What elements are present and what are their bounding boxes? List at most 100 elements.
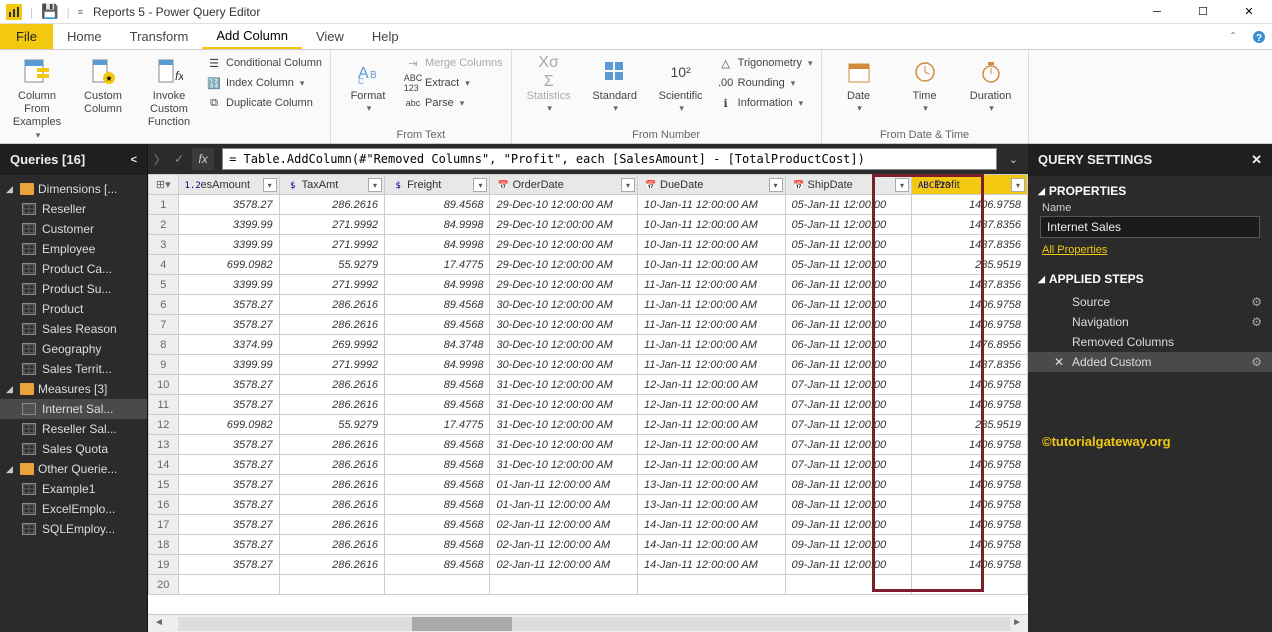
tab-transform[interactable]: Transform — [116, 24, 203, 49]
column-header-orderdate[interactable]: 📅OrderDate▾ — [490, 175, 638, 195]
conditional-column-button[interactable]: ☰Conditional Column — [204, 54, 324, 72]
help-icon[interactable]: ? — [1246, 24, 1272, 49]
close-button[interactable]: ✕ — [1226, 0, 1272, 24]
information-button[interactable]: ℹInformation▾ — [716, 94, 815, 112]
table-corner[interactable]: ⊞▾ — [149, 175, 179, 195]
collapse-queries-icon[interactable]: < — [131, 154, 137, 166]
table-row[interactable]: 103578.27286.261689.456831-Dec-10 12:00:… — [149, 375, 1028, 395]
step-gear-icon[interactable]: ⚙ — [1251, 315, 1262, 329]
queries-folder[interactable]: ◢Other Querie... — [0, 459, 147, 479]
format-button[interactable]: ABC Format▾ — [337, 54, 399, 116]
query-item[interactable]: Example1 — [0, 479, 147, 499]
applied-step[interactable]: Removed Columns — [1028, 332, 1272, 352]
formula-expand-icon[interactable]: 〉 — [154, 151, 166, 168]
extract-button[interactable]: ABC123Extract▾ — [403, 74, 505, 92]
step-gear-icon[interactable]: ⚙ — [1251, 355, 1262, 369]
query-item[interactable]: Sales Reason — [0, 319, 147, 339]
table-row[interactable]: 63578.27286.261689.456830-Dec-10 12:00:0… — [149, 295, 1028, 315]
table-row[interactable]: 73578.27286.261689.456830-Dec-10 12:00:0… — [149, 315, 1028, 335]
formula-check-icon[interactable]: ✓ — [174, 152, 184, 166]
table-row[interactable]: 4699.098255.927917.477529-Dec-10 12:00:0… — [149, 255, 1028, 275]
queries-folder[interactable]: ◢Measures [3] — [0, 379, 147, 399]
table-row[interactable]: 173578.27286.261689.456802-Jan-11 12:00:… — [149, 515, 1028, 535]
query-item[interactable]: Employee — [0, 239, 147, 259]
invoke-custom-function-button[interactable]: fx Invoke Custom Function — [138, 54, 200, 132]
table-row[interactable]: 113578.27286.261689.456831-Dec-10 12:00:… — [149, 395, 1028, 415]
custom-column-button[interactable]: ★ Custom Column — [72, 54, 134, 118]
tab-help[interactable]: Help — [358, 24, 413, 49]
horizontal-scrollbar[interactable]: ◄ ► — [148, 614, 1028, 632]
column-filter-icon[interactable]: ▾ — [473, 178, 487, 192]
table-row[interactable]: 23399.99271.999284.999829-Dec-10 12:00:0… — [149, 215, 1028, 235]
duplicate-column-button[interactable]: ⧉Duplicate Column — [204, 94, 324, 112]
applied-step[interactable]: Source⚙ — [1028, 292, 1272, 312]
formula-input[interactable] — [222, 148, 997, 170]
all-properties-link[interactable]: All Properties — [1028, 244, 1272, 256]
formula-dropdown-icon[interactable]: ⌄ — [1005, 153, 1022, 166]
column-filter-icon[interactable]: ▾ — [621, 178, 635, 192]
applied-step[interactable]: Navigation⚙ — [1028, 312, 1272, 332]
query-item[interactable]: ExcelEmplo... — [0, 499, 147, 519]
time-button[interactable]: Time▾ — [894, 54, 956, 116]
table-row[interactable]: 53399.99271.999284.999829-Dec-10 12:00:0… — [149, 275, 1028, 295]
column-header-taxamt[interactable]: $TaxAmt▾ — [279, 175, 384, 195]
table-row[interactable]: 83374.99269.999284.374830-Dec-10 12:00:0… — [149, 335, 1028, 355]
query-item[interactable]: Reseller Sal... — [0, 419, 147, 439]
date-button[interactable]: Date▾ — [828, 54, 890, 116]
column-filter-icon[interactable]: ▾ — [1011, 178, 1025, 192]
column-header-esamount[interactable]: 1.2esAmount▾ — [178, 175, 279, 195]
merge-columns-button[interactable]: ⇥Merge Columns — [403, 54, 505, 72]
parse-button[interactable]: abcParse▾ — [403, 94, 505, 112]
close-settings-icon[interactable]: ✕ — [1251, 152, 1262, 168]
scientific-button[interactable]: 10² Scientific▾ — [650, 54, 712, 116]
column-filter-icon[interactable]: ▾ — [263, 178, 277, 192]
minimize-button[interactable]: ─ — [1134, 0, 1180, 24]
query-item[interactable]: Internet Sal... — [0, 399, 147, 419]
table-row[interactable]: 143578.27286.261689.456831-Dec-10 12:00:… — [149, 455, 1028, 475]
query-item[interactable]: Geography — [0, 339, 147, 359]
table-row[interactable]: 13578.27286.261689.456829-Dec-10 12:00:0… — [149, 195, 1028, 215]
applied-steps-label[interactable]: APPLIED STEPS — [1049, 272, 1144, 286]
table-row[interactable]: 183578.27286.261689.456802-Jan-11 12:00:… — [149, 535, 1028, 555]
query-item[interactable]: Product Su... — [0, 279, 147, 299]
query-item[interactable]: Reseller — [0, 199, 147, 219]
statistics-button[interactable]: XσΣ Statistics▾ — [518, 54, 580, 116]
trigonometry-button[interactable]: △Trigonometry▾ — [716, 54, 815, 72]
query-name-input[interactable] — [1040, 216, 1260, 238]
column-filter-icon[interactable]: ▾ — [769, 178, 783, 192]
column-header-duedate[interactable]: 📅DueDate▾ — [638, 175, 786, 195]
column-filter-icon[interactable]: ▾ — [368, 178, 382, 192]
rounding-button[interactable]: .00Rounding▾ — [716, 74, 815, 92]
table-row[interactable]: 153578.27286.261689.456801-Jan-11 12:00:… — [149, 475, 1028, 495]
column-from-examples-button[interactable]: Column From Examples▾ — [6, 54, 68, 142]
column-header-freight[interactable]: $Freight▾ — [385, 175, 490, 195]
table-row[interactable]: 20 — [149, 575, 1028, 595]
table-row[interactable]: 93399.99271.999284.999830-Dec-10 12:00:0… — [149, 355, 1028, 375]
index-column-button[interactable]: 🔢Index Column▾ — [204, 74, 324, 92]
column-header-profit[interactable]: ABC123Profit▾ — [912, 175, 1028, 195]
tab-add-column[interactable]: Add Column — [202, 24, 302, 49]
query-item[interactable]: SQLEmploy... — [0, 519, 147, 539]
data-grid[interactable]: ⊞▾1.2esAmount▾$TaxAmt▾$Freight▾📅OrderDat… — [148, 174, 1028, 614]
file-menu[interactable]: File — [0, 24, 53, 49]
collapse-ribbon-icon[interactable]: ˆ — [1220, 24, 1246, 49]
properties-section-label[interactable]: PROPERTIES — [1049, 184, 1126, 198]
applied-step[interactable]: ✕Added Custom⚙ — [1028, 352, 1272, 372]
query-item[interactable]: Sales Quota — [0, 439, 147, 459]
save-icon[interactable]: 💾 — [41, 3, 58, 20]
fx-icon[interactable]: fx — [192, 148, 214, 170]
standard-button[interactable]: Standard▾ — [584, 54, 646, 116]
query-item[interactable]: Product Ca... — [0, 259, 147, 279]
step-gear-icon[interactable]: ⚙ — [1251, 295, 1262, 309]
tab-home[interactable]: Home — [53, 24, 116, 49]
table-row[interactable]: 133578.27286.261689.456831-Dec-10 12:00:… — [149, 435, 1028, 455]
table-row[interactable]: 163578.27286.261689.456801-Jan-11 12:00:… — [149, 495, 1028, 515]
query-item[interactable]: Customer — [0, 219, 147, 239]
maximize-button[interactable]: ☐ — [1180, 0, 1226, 24]
query-item[interactable]: Product — [0, 299, 147, 319]
queries-folder[interactable]: ◢Dimensions [... — [0, 179, 147, 199]
table-row[interactable]: 12699.098255.927917.477531-Dec-10 12:00:… — [149, 415, 1028, 435]
table-row[interactable]: 33399.99271.999284.999829-Dec-10 12:00:0… — [149, 235, 1028, 255]
query-item[interactable]: Sales Territ... — [0, 359, 147, 379]
qat-dropdown-icon[interactable]: ≡ — [78, 7, 83, 17]
